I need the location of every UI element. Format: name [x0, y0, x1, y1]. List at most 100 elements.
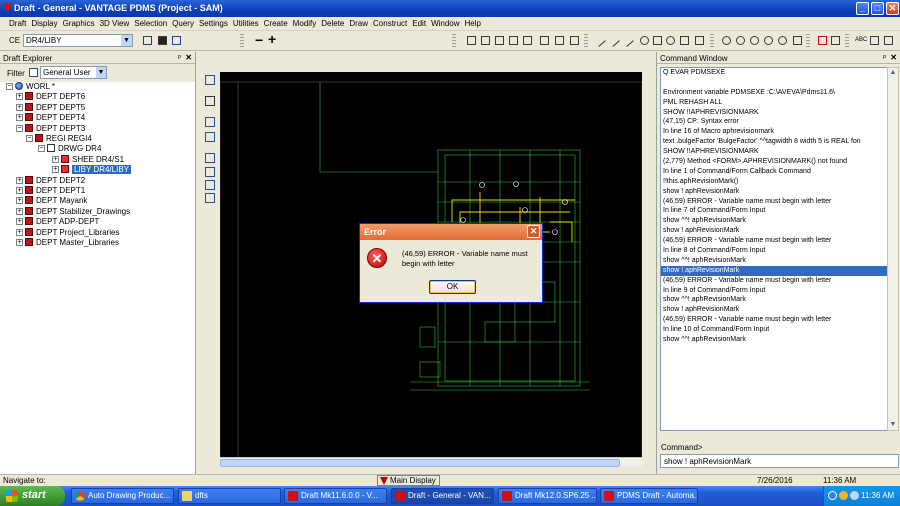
text-style-icon[interactable] — [884, 36, 893, 45]
grid-icon[interactable] — [205, 132, 215, 142]
scroll-thumb[interactable] — [220, 459, 620, 467]
volume-icon[interactable] — [850, 491, 859, 500]
tree-item[interactable]: + SHEE DR4/S1 — [0, 154, 195, 165]
close-icon[interactable]: ✕ — [890, 53, 897, 62]
expand-icon[interactable]: + — [52, 166, 59, 174]
zoom-in-button[interactable]: + — [268, 31, 276, 47]
collapse-icon[interactable]: − — [38, 145, 45, 153]
toolbar-grip[interactable] — [452, 34, 456, 48]
save-icon[interactable] — [158, 36, 167, 45]
table-icon[interactable] — [831, 36, 840, 45]
collapse-icon[interactable]: − — [16, 124, 23, 132]
polygon-icon[interactable] — [653, 36, 662, 45]
ce-combo[interactable]: DR4/LIBY ▼ — [23, 34, 133, 47]
tree-item[interactable]: − REGI REGI4 — [0, 134, 195, 144]
dimension-icon[interactable] — [467, 36, 476, 45]
collapse-icon[interactable]: − — [6, 83, 13, 90]
symbol-icon[interactable] — [818, 36, 827, 45]
snap-icon[interactable] — [205, 153, 215, 163]
menu-draft[interactable]: Draft — [9, 17, 31, 30]
polyline-icon[interactable] — [607, 34, 620, 47]
select-area-icon[interactable] — [205, 117, 215, 127]
menu-help[interactable]: Help — [465, 17, 486, 30]
tree-item[interactable]: + DEPT DEPT1 — [0, 186, 195, 196]
view-icon[interactable] — [205, 75, 215, 85]
dialog-close-button[interactable]: ✕ — [527, 225, 540, 238]
expand-icon[interactable]: + — [16, 228, 23, 236]
circle-icon[interactable] — [778, 36, 787, 45]
circle-icon[interactable] — [722, 36, 731, 45]
minimize-button[interactable]: _ — [856, 2, 869, 15]
taskbar-task[interactable]: dfts — [178, 488, 281, 504]
expand-icon[interactable]: + — [16, 176, 23, 184]
taskbar-task[interactable]: Draft - General - VAN... — [391, 488, 494, 504]
expand-icon[interactable]: + — [16, 93, 23, 101]
tree-item[interactable]: − WORL * — [0, 82, 195, 92]
menu-query[interactable]: Query — [172, 17, 199, 30]
menu-construct[interactable]: Construct — [373, 17, 412, 30]
text-style-icon[interactable] — [870, 36, 879, 45]
menu-selection[interactable]: Selection — [134, 17, 172, 30]
expand-icon[interactable]: + — [16, 197, 23, 205]
menu-graphics[interactable]: Graphics — [63, 17, 100, 30]
menu-modify[interactable]: Modify — [293, 17, 322, 30]
snap-icon[interactable] — [205, 167, 215, 177]
pointer-icon[interactable] — [205, 96, 215, 106]
menu-edit[interactable]: Edit — [412, 17, 431, 30]
scroll-up-icon[interactable]: ▲ — [888, 68, 898, 78]
collapse-icon[interactable]: − — [26, 135, 33, 142]
grid-icon[interactable] — [172, 36, 181, 45]
taskbar-task[interactable]: Draft Mk12.0.SP6.25 ... — [498, 488, 597, 504]
text-tool-button[interactable]: ABC — [855, 37, 867, 43]
circle-icon[interactable] — [750, 36, 759, 45]
menu-delete[interactable]: Delete — [321, 17, 349, 30]
tree-item[interactable]: − DEPT DEPT3 — [0, 123, 195, 134]
expand-icon[interactable]: + — [52, 155, 59, 163]
expand-icon[interactable]: + — [16, 207, 23, 215]
menu-create[interactable]: Create — [264, 17, 293, 30]
tree-item[interactable]: + LIBY DR4/LIBY — [0, 165, 195, 175]
tree-item[interactable]: + DEPT ADP-DEPT — [0, 217, 195, 227]
expand-icon[interactable]: + — [16, 218, 23, 226]
circle-icon[interactable] — [666, 36, 675, 45]
navigate-icon[interactable] — [143, 36, 152, 45]
scroll-down-icon[interactable]: ▼ — [888, 420, 898, 430]
menu-display[interactable]: Display — [31, 17, 62, 30]
security-icon[interactable] — [839, 491, 848, 500]
dimension-icon[interactable] — [555, 36, 564, 45]
toolbar-grip[interactable] — [806, 34, 810, 48]
pin-icon[interactable]: ᵖ — [883, 53, 886, 62]
circle-icon[interactable] — [764, 36, 773, 45]
taskbar-task[interactable]: Draft Mk11.6.0.0 - V... — [284, 488, 387, 504]
tree-item[interactable]: + DEPT Mayank — [0, 196, 195, 206]
menu-draw[interactable]: Draw — [349, 17, 373, 30]
snap-icon[interactable] — [205, 193, 215, 203]
filter-combo[interactable]: General User ▼ — [40, 66, 107, 79]
triangle-icon[interactable] — [793, 36, 802, 45]
zoom-out-button[interactable]: − — [255, 32, 263, 48]
toolbar-grip[interactable] — [584, 34, 588, 48]
line-icon[interactable] — [593, 34, 606, 47]
menu-window[interactable]: Window — [431, 17, 464, 30]
tree-item[interactable]: + DEPT DEPT2 — [0, 175, 195, 186]
start-button[interactable]: start — [0, 486, 65, 506]
tree-item[interactable]: + DEPT Project_Libraries — [0, 227, 195, 238]
dimension-icon[interactable] — [523, 36, 532, 45]
command-output[interactable]: Q EVAR PDMSEXE Environment variable PDMSE… — [660, 67, 889, 431]
network-icon[interactable] — [828, 491, 837, 500]
filter-checkbox[interactable] — [29, 68, 38, 77]
dimension-icon[interactable] — [570, 36, 579, 45]
pin-icon[interactable]: ᵖ — [178, 53, 181, 62]
maximize-button[interactable]: □ — [871, 2, 884, 15]
tree-item[interactable]: + DEPT DEPT6 — [0, 92, 195, 102]
tree-item[interactable]: + DEPT DEPT4 — [0, 113, 195, 123]
expand-icon[interactable]: + — [16, 114, 23, 122]
taskbar-task[interactable]: PDMS Draft - Automa... — [600, 488, 698, 504]
tree-item[interactable]: + DEPT DEPT5 — [0, 102, 195, 113]
dimension-icon[interactable] — [481, 36, 490, 45]
menu-3d-view[interactable]: 3D View — [100, 17, 135, 30]
command-scrollbar[interactable]: ▲ ▼ — [887, 67, 899, 431]
tree-item[interactable]: + DEPT Stabilizer_Drawings — [0, 206, 195, 217]
menu-utilities[interactable]: Utilities — [233, 17, 264, 30]
tree-item[interactable]: + DEPT Master_Libraries — [0, 238, 195, 248]
